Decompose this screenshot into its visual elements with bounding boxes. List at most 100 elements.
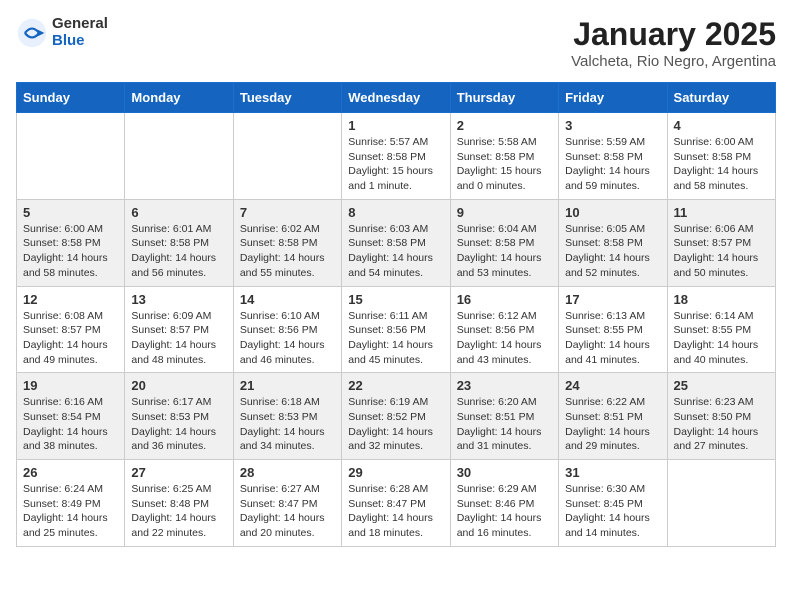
day-info: Sunrise: 6:30 AM Sunset: 8:45 PM Dayligh… xyxy=(565,482,660,541)
day-info: Sunrise: 6:20 AM Sunset: 8:51 PM Dayligh… xyxy=(457,395,552,454)
calendar-cell xyxy=(233,113,341,200)
calendar-body: 1 Sunrise: 5:57 AM Sunset: 8:58 PM Daylig… xyxy=(17,113,776,547)
day-number: 27 xyxy=(131,465,226,480)
calendar-cell: 6 Sunrise: 6:01 AM Sunset: 8:58 PM Daylig… xyxy=(125,199,233,286)
day-info: Sunrise: 6:25 AM Sunset: 8:48 PM Dayligh… xyxy=(131,482,226,541)
calendar-cell: 15 Sunrise: 6:11 AM Sunset: 8:56 PM Dayli… xyxy=(342,286,450,373)
day-info: Sunrise: 6:05 AM Sunset: 8:58 PM Dayligh… xyxy=(565,222,660,281)
calendar-cell: 5 Sunrise: 6:00 AM Sunset: 8:58 PM Daylig… xyxy=(17,199,125,286)
day-number: 2 xyxy=(457,118,552,133)
day-info: Sunrise: 6:00 AM Sunset: 8:58 PM Dayligh… xyxy=(674,135,769,194)
day-number: 16 xyxy=(457,292,552,307)
day-number: 20 xyxy=(131,378,226,393)
day-number: 31 xyxy=(565,465,660,480)
day-number: 6 xyxy=(131,205,226,220)
col-sunday: Sunday xyxy=(17,83,125,113)
calendar-cell: 26 Sunrise: 6:24 AM Sunset: 8:49 PM Dayli… xyxy=(17,460,125,547)
calendar-cell: 14Sunrise: 6:10 AM Sunset: 8:56 PM Dayli… xyxy=(233,286,341,373)
calendar-cell xyxy=(667,460,775,547)
day-info: Sunrise: 5:57 AM Sunset: 8:58 PM Dayligh… xyxy=(348,135,443,194)
calendar-table: Sunday Monday Tuesday Wednesday Thursday… xyxy=(16,82,776,547)
calendar-cell: 24 Sunrise: 6:22 AM Sunset: 8:51 PM Dayli… xyxy=(559,373,667,460)
calendar-cell: 31 Sunrise: 6:30 AM Sunset: 8:45 PM Dayli… xyxy=(559,460,667,547)
day-number: 11 xyxy=(674,205,769,220)
day-info: Sunrise: 6:28 AM Sunset: 8:47 PM Dayligh… xyxy=(348,482,443,541)
calendar-week-1: 1 Sunrise: 5:57 AM Sunset: 8:58 PM Daylig… xyxy=(17,113,776,200)
day-number: 17 xyxy=(565,292,660,307)
calendar-cell: 22Sunrise: 6:19 AM Sunset: 8:52 PM Dayli… xyxy=(342,373,450,460)
calendar-cell: 2 Sunrise: 5:58 AM Sunset: 8:58 PM Daylig… xyxy=(450,113,558,200)
calendar-cell: 28 Sunrise: 6:27 AM Sunset: 8:47 PM Dayli… xyxy=(233,460,341,547)
calendar-week-3: 12 Sunrise: 6:08 AM Sunset: 8:57 PM Dayli… xyxy=(17,286,776,373)
day-number: 23 xyxy=(457,378,552,393)
day-info: Sunrise: 6:03 AM Sunset: 8:58 PM Dayligh… xyxy=(348,222,443,281)
header-row: Sunday Monday Tuesday Wednesday Thursday… xyxy=(17,83,776,113)
day-number: 18 xyxy=(674,292,769,307)
calendar-cell: 19 Sunrise: 6:16 AM Sunset: 8:54 PM Dayli… xyxy=(17,373,125,460)
day-number: 28 xyxy=(240,465,335,480)
day-number: 26 xyxy=(23,465,118,480)
calendar-cell: 10Sunrise: 6:05 AM Sunset: 8:58 PM Dayli… xyxy=(559,199,667,286)
day-number: 1 xyxy=(348,118,443,133)
calendar-week-5: 26 Sunrise: 6:24 AM Sunset: 8:49 PM Dayli… xyxy=(17,460,776,547)
day-number: 29 xyxy=(348,465,443,480)
day-number: 4 xyxy=(674,118,769,133)
day-info: Sunrise: 6:17 AM Sunset: 8:53 PM Dayligh… xyxy=(131,395,226,454)
calendar-cell: 4 Sunrise: 6:00 AM Sunset: 8:58 PM Daylig… xyxy=(667,113,775,200)
day-info: Sunrise: 6:14 AM Sunset: 8:55 PM Dayligh… xyxy=(674,309,769,368)
day-info: Sunrise: 6:01 AM Sunset: 8:58 PM Dayligh… xyxy=(131,222,226,281)
day-info: Sunrise: 6:27 AM Sunset: 8:47 PM Dayligh… xyxy=(240,482,335,541)
calendar-week-2: 5 Sunrise: 6:00 AM Sunset: 8:58 PM Daylig… xyxy=(17,199,776,286)
calendar-cell xyxy=(17,113,125,200)
logo-icon xyxy=(16,17,48,49)
day-number: 24 xyxy=(565,378,660,393)
calendar-cell: 17Sunrise: 6:13 AM Sunset: 8:55 PM Dayli… xyxy=(559,286,667,373)
day-number: 14 xyxy=(240,292,335,307)
day-number: 15 xyxy=(348,292,443,307)
day-number: 3 xyxy=(565,118,660,133)
calendar-cell: 27 Sunrise: 6:25 AM Sunset: 8:48 PM Dayli… xyxy=(125,460,233,547)
calendar-cell: 20 Sunrise: 6:17 AM Sunset: 8:53 PM Dayli… xyxy=(125,373,233,460)
day-info: Sunrise: 6:08 AM Sunset: 8:57 PM Dayligh… xyxy=(23,309,118,368)
day-info: Sunrise: 6:12 AM Sunset: 8:56 PM Dayligh… xyxy=(457,309,552,368)
calendar-cell: 29 Sunrise: 6:28 AM Sunset: 8:47 PM Dayli… xyxy=(342,460,450,547)
location: Valcheta, Rio Negro, Argentina xyxy=(571,53,776,70)
logo-general: General xyxy=(52,16,108,33)
day-number: 13 xyxy=(131,292,226,307)
calendar-cell: 7Sunrise: 6:02 AM Sunset: 8:58 PM Daylig… xyxy=(233,199,341,286)
logo-blue: Blue xyxy=(52,33,108,50)
day-number: 21 xyxy=(240,378,335,393)
day-info: Sunrise: 6:24 AM Sunset: 8:49 PM Dayligh… xyxy=(23,482,118,541)
logo: General Blue xyxy=(16,16,108,49)
day-number: 19 xyxy=(23,378,118,393)
col-saturday: Saturday xyxy=(667,83,775,113)
col-monday: Monday xyxy=(125,83,233,113)
day-info: Sunrise: 6:02 AM Sunset: 8:58 PM Dayligh… xyxy=(240,222,335,281)
calendar-week-4: 19 Sunrise: 6:16 AM Sunset: 8:54 PM Dayli… xyxy=(17,373,776,460)
calendar-cell: 16 Sunrise: 6:12 AM Sunset: 8:56 PM Dayli… xyxy=(450,286,558,373)
calendar-cell: 23 Sunrise: 6:20 AM Sunset: 8:51 PM Dayli… xyxy=(450,373,558,460)
calendar-cell: 30Sunrise: 6:29 AM Sunset: 8:46 PM Dayli… xyxy=(450,460,558,547)
day-info: Sunrise: 6:22 AM Sunset: 8:51 PM Dayligh… xyxy=(565,395,660,454)
col-friday: Friday xyxy=(559,83,667,113)
calendar-cell: 13Sunrise: 6:09 AM Sunset: 8:57 PM Dayli… xyxy=(125,286,233,373)
calendar-cell: 9 Sunrise: 6:04 AM Sunset: 8:58 PM Daylig… xyxy=(450,199,558,286)
day-info: Sunrise: 6:00 AM Sunset: 8:58 PM Dayligh… xyxy=(23,222,118,281)
day-number: 25 xyxy=(674,378,769,393)
calendar-cell: 11 Sunrise: 6:06 AM Sunset: 8:57 PM Dayli… xyxy=(667,199,775,286)
day-number: 5 xyxy=(23,205,118,220)
page-header: General Blue January 2025 Valcheta, Rio … xyxy=(16,16,776,70)
day-info: Sunrise: 6:04 AM Sunset: 8:58 PM Dayligh… xyxy=(457,222,552,281)
calendar-cell: 25Sunrise: 6:23 AM Sunset: 8:50 PM Dayli… xyxy=(667,373,775,460)
day-number: 12 xyxy=(23,292,118,307)
calendar-cell: 12 Sunrise: 6:08 AM Sunset: 8:57 PM Dayli… xyxy=(17,286,125,373)
day-info: Sunrise: 6:16 AM Sunset: 8:54 PM Dayligh… xyxy=(23,395,118,454)
day-info: Sunrise: 5:59 AM Sunset: 8:58 PM Dayligh… xyxy=(565,135,660,194)
day-info: Sunrise: 6:11 AM Sunset: 8:56 PM Dayligh… xyxy=(348,309,443,368)
day-info: Sunrise: 6:06 AM Sunset: 8:57 PM Dayligh… xyxy=(674,222,769,281)
calendar-cell: 3 Sunrise: 5:59 AM Sunset: 8:58 PM Daylig… xyxy=(559,113,667,200)
day-info: Sunrise: 5:58 AM Sunset: 8:58 PM Dayligh… xyxy=(457,135,552,194)
day-number: 9 xyxy=(457,205,552,220)
col-tuesday: Tuesday xyxy=(233,83,341,113)
calendar-cell: 18 Sunrise: 6:14 AM Sunset: 8:55 PM Dayli… xyxy=(667,286,775,373)
